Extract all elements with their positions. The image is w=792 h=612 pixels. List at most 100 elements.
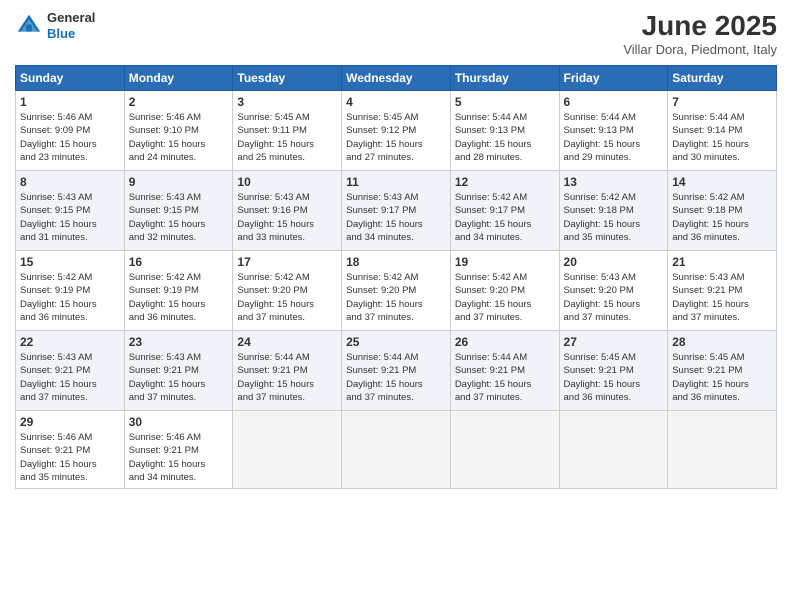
day-info: and 37 minutes.	[346, 311, 446, 324]
day-info: and 27 minutes.	[346, 151, 446, 164]
header-row: SundayMondayTuesdayWednesdayThursdayFrid…	[16, 66, 777, 91]
day-cell: 16Sunrise: 5:42 AMSunset: 9:19 PMDayligh…	[124, 251, 233, 331]
day-info: Sunrise: 5:45 AM	[564, 351, 664, 364]
col-header-tuesday: Tuesday	[233, 66, 342, 91]
day-cell: 28Sunrise: 5:45 AMSunset: 9:21 PMDayligh…	[668, 331, 777, 411]
day-info: and 37 minutes.	[455, 311, 555, 324]
day-info: and 37 minutes.	[455, 391, 555, 404]
day-info: Sunrise: 5:43 AM	[672, 271, 772, 284]
day-info: Sunset: 9:21 PM	[20, 444, 120, 457]
day-cell: 19Sunrise: 5:42 AMSunset: 9:20 PMDayligh…	[450, 251, 559, 331]
day-cell: 29Sunrise: 5:46 AMSunset: 9:21 PMDayligh…	[16, 411, 125, 489]
day-number: 22	[20, 335, 120, 349]
day-info: Sunrise: 5:43 AM	[20, 351, 120, 364]
day-info: Sunrise: 5:44 AM	[346, 351, 446, 364]
day-info: and 30 minutes.	[672, 151, 772, 164]
day-cell: 20Sunrise: 5:43 AMSunset: 9:20 PMDayligh…	[559, 251, 668, 331]
day-info: Sunrise: 5:42 AM	[346, 271, 446, 284]
day-cell: 18Sunrise: 5:42 AMSunset: 9:20 PMDayligh…	[342, 251, 451, 331]
day-info: Daylight: 15 hours	[129, 458, 229, 471]
day-info: Sunset: 9:21 PM	[672, 364, 772, 377]
day-cell: 14Sunrise: 5:42 AMSunset: 9:18 PMDayligh…	[668, 171, 777, 251]
day-info: Sunset: 9:13 PM	[564, 124, 664, 137]
day-cell: 2Sunrise: 5:46 AMSunset: 9:10 PMDaylight…	[124, 91, 233, 171]
day-info: Sunrise: 5:44 AM	[237, 351, 337, 364]
logo-text: General Blue	[47, 10, 95, 41]
day-info: Sunrise: 5:42 AM	[129, 271, 229, 284]
day-info: and 37 minutes.	[237, 391, 337, 404]
day-info: Sunset: 9:17 PM	[455, 204, 555, 217]
day-info: Daylight: 15 hours	[455, 138, 555, 151]
location: Villar Dora, Piedmont, Italy	[623, 42, 777, 57]
day-info: Sunset: 9:13 PM	[455, 124, 555, 137]
day-number: 16	[129, 255, 229, 269]
day-number: 11	[346, 175, 446, 189]
day-info: Sunset: 9:20 PM	[564, 284, 664, 297]
day-cell: 3Sunrise: 5:45 AMSunset: 9:11 PMDaylight…	[233, 91, 342, 171]
day-info: Sunset: 9:21 PM	[346, 364, 446, 377]
day-cell: 15Sunrise: 5:42 AMSunset: 9:19 PMDayligh…	[16, 251, 125, 331]
day-info: Sunset: 9:20 PM	[237, 284, 337, 297]
day-info: and 35 minutes.	[564, 231, 664, 244]
day-number: 10	[237, 175, 337, 189]
day-cell	[668, 411, 777, 489]
day-info: Daylight: 15 hours	[564, 378, 664, 391]
day-info: Daylight: 15 hours	[346, 138, 446, 151]
day-number: 28	[672, 335, 772, 349]
day-cell: 25Sunrise: 5:44 AMSunset: 9:21 PMDayligh…	[342, 331, 451, 411]
day-info: Sunrise: 5:45 AM	[672, 351, 772, 364]
day-info: Sunrise: 5:46 AM	[20, 111, 120, 124]
day-info: Sunrise: 5:44 AM	[455, 111, 555, 124]
col-header-monday: Monday	[124, 66, 233, 91]
logo: General Blue	[15, 10, 95, 41]
day-info: Daylight: 15 hours	[20, 218, 120, 231]
day-info: Sunrise: 5:42 AM	[672, 191, 772, 204]
week-row-3: 15Sunrise: 5:42 AMSunset: 9:19 PMDayligh…	[16, 251, 777, 331]
day-info: Sunset: 9:21 PM	[129, 444, 229, 457]
day-info: and 37 minutes.	[129, 391, 229, 404]
logo-blue-text: Blue	[47, 26, 95, 42]
day-info: Daylight: 15 hours	[20, 298, 120, 311]
day-info: Sunset: 9:09 PM	[20, 124, 120, 137]
col-header-wednesday: Wednesday	[342, 66, 451, 91]
day-info: Sunset: 9:21 PM	[564, 364, 664, 377]
day-cell: 22Sunrise: 5:43 AMSunset: 9:21 PMDayligh…	[16, 331, 125, 411]
day-info: Sunrise: 5:43 AM	[20, 191, 120, 204]
day-info: Sunset: 9:12 PM	[346, 124, 446, 137]
day-cell	[342, 411, 451, 489]
day-info: Sunrise: 5:45 AM	[237, 111, 337, 124]
day-number: 8	[20, 175, 120, 189]
day-cell: 26Sunrise: 5:44 AMSunset: 9:21 PMDayligh…	[450, 331, 559, 411]
day-number: 25	[346, 335, 446, 349]
day-info: Sunset: 9:15 PM	[20, 204, 120, 217]
day-info: and 23 minutes.	[20, 151, 120, 164]
day-cell: 30Sunrise: 5:46 AMSunset: 9:21 PMDayligh…	[124, 411, 233, 489]
day-number: 30	[129, 415, 229, 429]
day-info: Sunset: 9:21 PM	[20, 364, 120, 377]
day-number: 6	[564, 95, 664, 109]
day-cell: 5Sunrise: 5:44 AMSunset: 9:13 PMDaylight…	[450, 91, 559, 171]
logo-icon	[15, 12, 43, 40]
day-info: Sunset: 9:16 PM	[237, 204, 337, 217]
day-info: and 35 minutes.	[20, 471, 120, 484]
day-cell: 1Sunrise: 5:46 AMSunset: 9:09 PMDaylight…	[16, 91, 125, 171]
day-cell: 4Sunrise: 5:45 AMSunset: 9:12 PMDaylight…	[342, 91, 451, 171]
day-number: 3	[237, 95, 337, 109]
day-number: 7	[672, 95, 772, 109]
day-number: 2	[129, 95, 229, 109]
day-info: Sunset: 9:18 PM	[564, 204, 664, 217]
day-number: 27	[564, 335, 664, 349]
page: General Blue June 2025 Villar Dora, Pied…	[0, 0, 792, 612]
day-cell: 10Sunrise: 5:43 AMSunset: 9:16 PMDayligh…	[233, 171, 342, 251]
day-info: Daylight: 15 hours	[455, 378, 555, 391]
week-row-1: 1Sunrise: 5:46 AMSunset: 9:09 PMDaylight…	[16, 91, 777, 171]
day-cell: 12Sunrise: 5:42 AMSunset: 9:17 PMDayligh…	[450, 171, 559, 251]
day-info: Daylight: 15 hours	[564, 298, 664, 311]
day-cell: 13Sunrise: 5:42 AMSunset: 9:18 PMDayligh…	[559, 171, 668, 251]
day-cell: 11Sunrise: 5:43 AMSunset: 9:17 PMDayligh…	[342, 171, 451, 251]
logo-general-text: General	[47, 10, 95, 26]
col-header-thursday: Thursday	[450, 66, 559, 91]
day-cell: 9Sunrise: 5:43 AMSunset: 9:15 PMDaylight…	[124, 171, 233, 251]
day-number: 21	[672, 255, 772, 269]
day-cell: 23Sunrise: 5:43 AMSunset: 9:21 PMDayligh…	[124, 331, 233, 411]
